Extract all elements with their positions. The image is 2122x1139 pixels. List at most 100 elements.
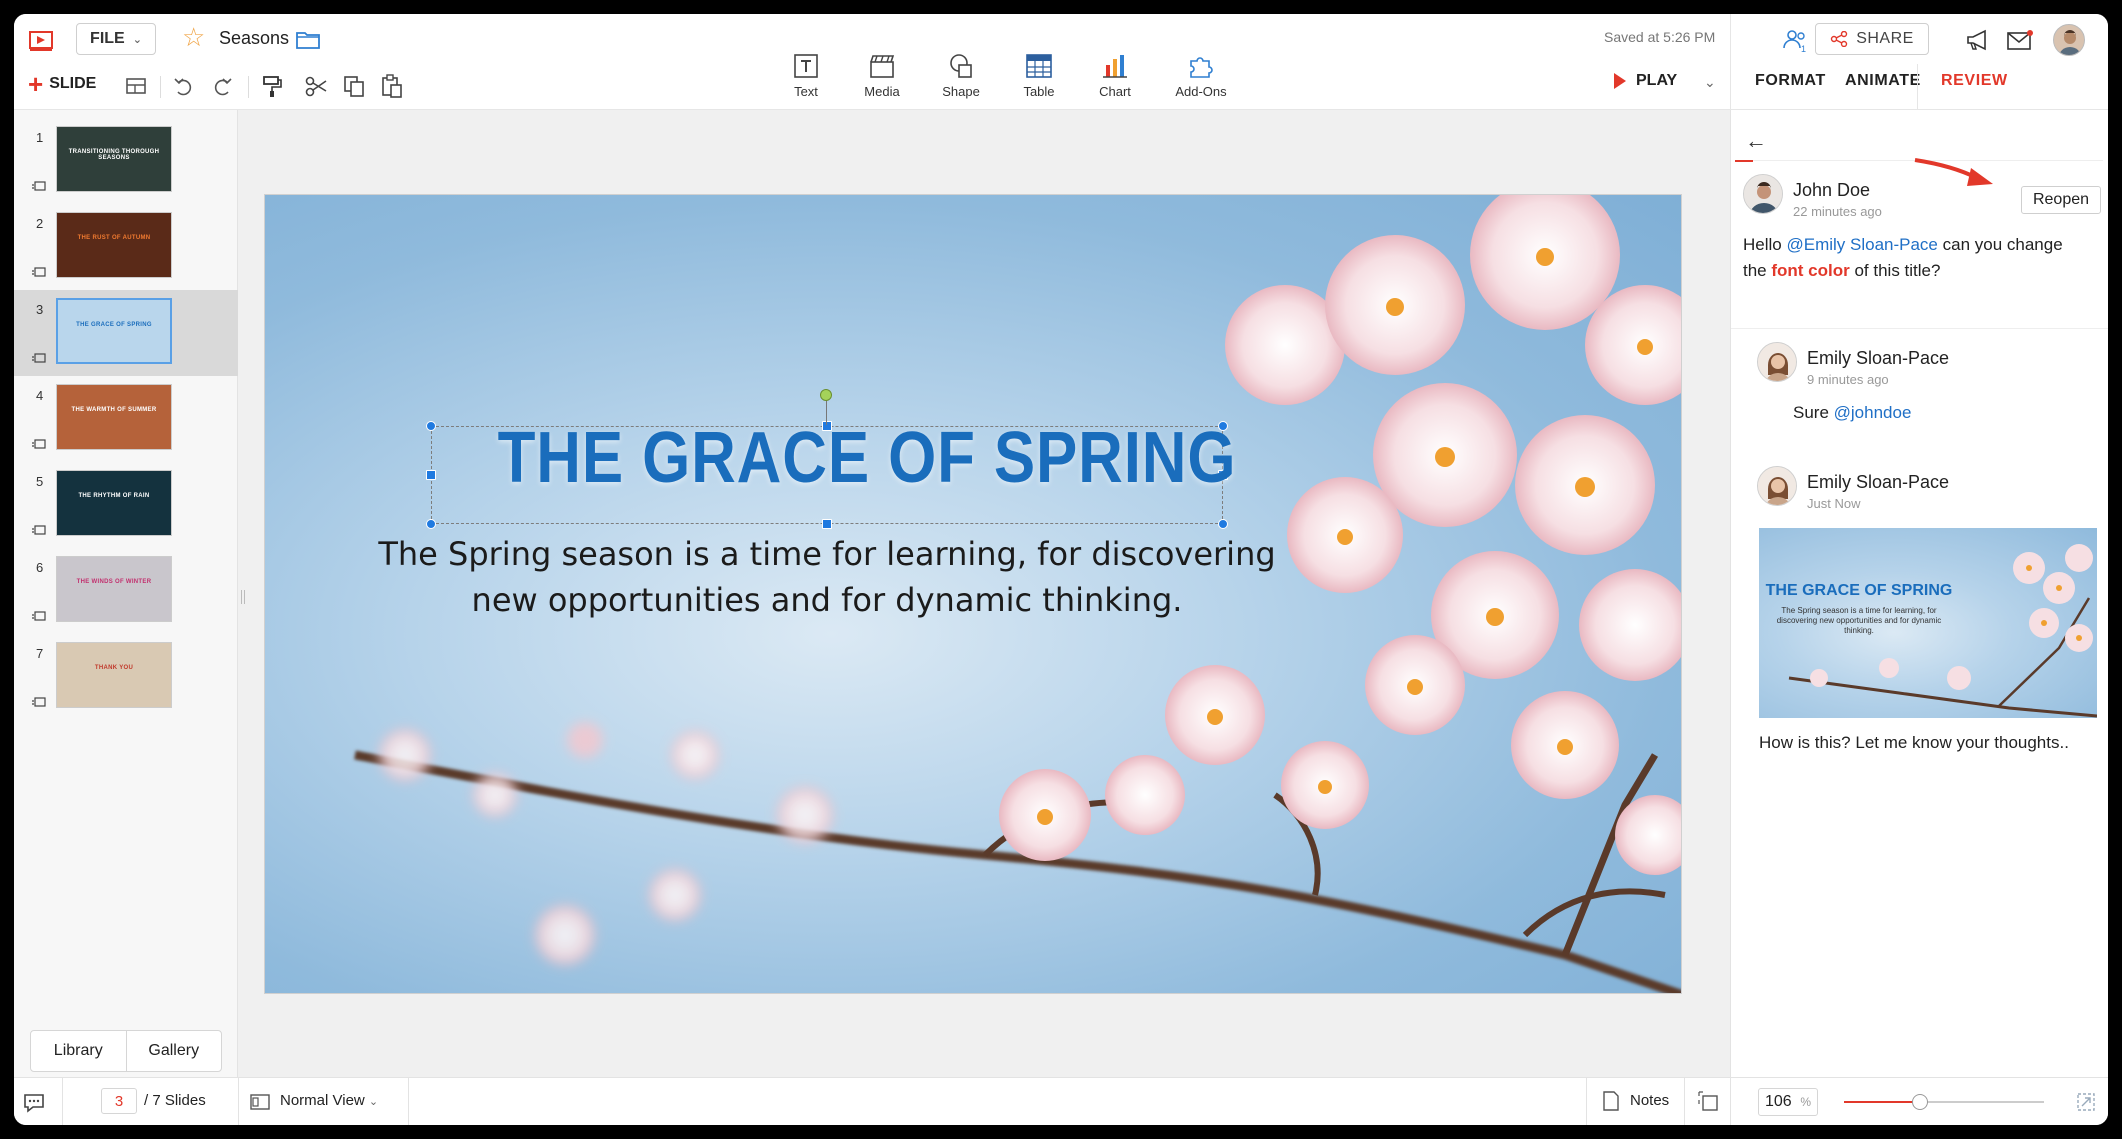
reopen-button[interactable]: Reopen <box>2021 186 2101 214</box>
slide-thumbnail-1[interactable]: 1 TRANSITIONING THOROUGH SEASONS <box>14 118 238 204</box>
slide-number: 4 <box>36 388 44 403</box>
slide-thumbnail-5[interactable]: 5 THE RHYTHM OF RAIN <box>14 462 238 548</box>
slide-number: 2 <box>36 216 44 231</box>
slide-body-line: The Spring season is a time for learning… <box>378 535 1276 573</box>
notes-button[interactable]: Notes <box>1630 1092 1669 1109</box>
slide-thumbnail-image: THE RUST OF AUTUMN <box>56 212 172 278</box>
copy-icon[interactable] <box>340 72 368 100</box>
reply-attachment-image[interactable]: THE GRACE OF SPRING The Spring season is… <box>1759 528 2097 718</box>
chevron-down-icon: ⌄ <box>132 33 142 46</box>
back-arrow-icon[interactable]: ← <box>1745 128 1767 154</box>
current-slide[interactable]: THE GRACE OF SPRING The Spring season is… <box>264 194 1682 994</box>
favorite-star-icon[interactable]: ☆ <box>182 24 205 50</box>
slide-thumbnail-title: TRANSITIONING THOROUGH SEASONS <box>68 149 160 161</box>
file-menu-button[interactable]: FILE ⌄ <box>76 23 156 55</box>
slide-thumbnail-3[interactable]: 3 THE GRACE OF SPRING <box>14 290 238 376</box>
share-button[interactable]: SHARE <box>1815 23 1929 55</box>
app-logo-icon[interactable] <box>28 30 54 52</box>
reply-time: Just Now <box>1807 496 1861 511</box>
attachment-body: The Spring season is a time for learning… <box>1776 606 1942 635</box>
zoom-input[interactable]: 106 % <box>1758 1088 1818 1116</box>
slide-thumbnail-image: THANK YOU <box>56 642 172 708</box>
slide-thumbnail-title: THE WINDS OF WINTER <box>76 579 152 585</box>
insert-media-label: Media <box>864 84 900 99</box>
pointer-arrow-icon <box>1914 158 1993 186</box>
comment-text-part: the <box>1743 261 1772 280</box>
slide-thumbnail-6[interactable]: 6 THE WINDS OF WINTER <box>14 548 238 634</box>
mention-link[interactable]: @Emily Sloan-Pace <box>1786 235 1937 254</box>
person-avatar-icon <box>1758 467 1796 505</box>
zoom-slider-fill <box>1844 1101 1920 1103</box>
tab-animate[interactable]: ANIMATE <box>1845 72 1921 90</box>
animation-indicator-icon <box>32 610 46 622</box>
current-page-input[interactable]: 3 <box>101 1088 137 1114</box>
comment-text-part: Hello <box>1743 235 1787 254</box>
status-divider <box>408 1078 409 1125</box>
bar-chart-icon <box>1103 55 1127 78</box>
insert-text-label: Text <box>794 84 818 99</box>
folder-icon[interactable] <box>296 29 320 49</box>
insert-media-button[interactable]: Media <box>847 52 917 99</box>
tab-review[interactable]: REVIEW <box>1941 72 2008 90</box>
layout-icon[interactable] <box>122 72 150 100</box>
toolbar-divider <box>160 76 161 98</box>
announcement-megaphone-icon[interactable] <box>1963 26 1993 54</box>
mention-link[interactable]: @johndoe <box>1834 403 1912 422</box>
total-slides-label: / 7 Slides <box>144 1092 206 1109</box>
play-options-dropdown[interactable]: ⌄ <box>1704 74 1716 91</box>
new-slide-label: SLIDE <box>49 75 97 92</box>
fit-to-window-icon[interactable] <box>2076 1092 2096 1112</box>
collaborators-icon[interactable]: 1 <box>1781 26 1811 54</box>
insert-text-button[interactable]: Text <box>771 52 841 99</box>
insert-addons-label: Add-Ons <box>1175 84 1227 99</box>
comment-time: 22 minutes ago <box>1793 204 1882 219</box>
insert-table-button[interactable]: Table <box>1004 52 1074 99</box>
new-slide-button[interactable]: + SLIDE <box>28 69 97 99</box>
review-panel: ← John Doe 22 minutes ago Reopen Hello @… <box>1730 110 2108 1077</box>
chat-icon[interactable] <box>22 1091 46 1113</box>
plus-icon: + <box>28 69 44 99</box>
redo-icon[interactable] <box>208 72 236 100</box>
zoom-slider-knob[interactable] <box>1912 1094 1928 1110</box>
slide-thumbnail-2[interactable]: 2 THE RUST OF AUTUMN <box>14 204 238 290</box>
library-gallery-switch: Library Gallery <box>30 1030 222 1072</box>
document-title[interactable]: Seasons <box>219 28 289 49</box>
insert-shape-button[interactable]: Shape <box>926 52 996 99</box>
paste-icon[interactable] <box>378 72 406 100</box>
play-button[interactable]: PLAY <box>1614 72 1677 90</box>
normal-view-icon <box>250 1094 270 1110</box>
play-label: PLAY <box>1636 72 1678 89</box>
format-painter-icon[interactable] <box>258 72 286 100</box>
slide-thumbnail-4[interactable]: 4 THE WARMTH OF SUMMER <box>14 376 238 462</box>
reply-author: Emily Sloan-Pace <box>1807 472 1950 492</box>
view-mode-dropdown[interactable]: Normal View ⌄ <box>280 1092 378 1109</box>
mail-icon[interactable] <box>2005 26 2035 54</box>
file-menu-label: FILE <box>90 30 125 47</box>
right-panel-header: 1 SHARE FORMAT ANIMATE REVIEW <box>1730 14 2108 110</box>
slide-sorter-icon[interactable] <box>1698 1091 1720 1113</box>
emily-avatar <box>1757 342 1797 382</box>
reply-text-part: Sure <box>1793 403 1834 422</box>
tab-format[interactable]: FORMAT <box>1755 72 1826 90</box>
library-button[interactable]: Library <box>31 1031 126 1071</box>
gallery-button[interactable]: Gallery <box>125 1031 222 1071</box>
slide-thumbnail-image: THE WINDS OF WINTER <box>56 556 172 622</box>
user-avatar[interactable] <box>2053 24 2085 56</box>
insert-chart-button[interactable]: Chart <box>1080 52 1150 99</box>
animation-indicator-icon <box>32 438 46 450</box>
animation-indicator-icon <box>32 352 46 364</box>
slide-number: 5 <box>36 474 44 489</box>
reply-text: How is this? Let me know your thoughts.. <box>1759 733 2069 752</box>
panel-resize-handle[interactable] <box>241 590 245 604</box>
john-doe-avatar <box>1743 174 1783 214</box>
slide-thumbnail-image: THE RHYTHM OF RAIN <box>56 470 172 536</box>
reply-author: Emily Sloan-Pace <box>1807 348 1950 368</box>
animation-indicator-icon <box>32 180 46 192</box>
slide-thumbnail-7[interactable]: 7 THANK YOU <box>14 634 238 720</box>
insert-addons-button[interactable]: Add-Ons <box>1166 52 1236 99</box>
shape-icon <box>950 54 972 78</box>
scissors-icon[interactable] <box>302 72 330 100</box>
undo-icon[interactable] <box>170 72 198 100</box>
zoom-slider[interactable] <box>1844 1094 2044 1110</box>
slide-body-text[interactable]: The Spring season is a time for learning… <box>327 437 1327 623</box>
